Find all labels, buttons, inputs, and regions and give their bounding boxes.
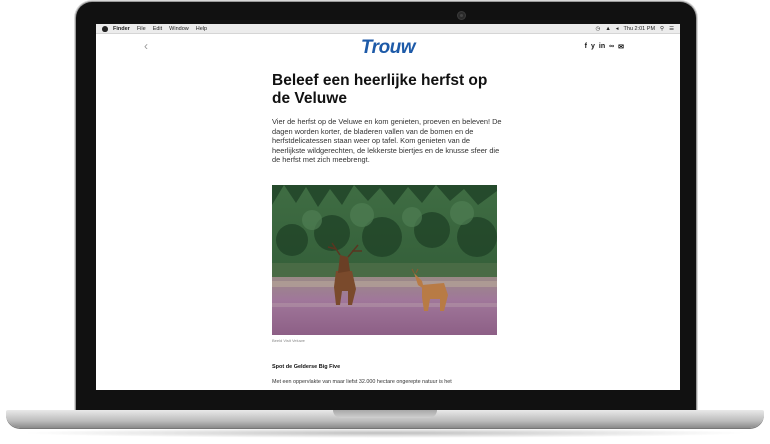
clock-icon[interactable]: ◷ [596, 26, 601, 32]
section-heading: Spot de Gelderse Big Five [272, 364, 341, 370]
menu-edit[interactable]: Edit [153, 26, 162, 32]
article-title: Beleef een heerlijke herfst op de Veluwe [272, 72, 488, 107]
email-icon[interactable]: ✉ [618, 43, 624, 51]
laptop-notch [333, 410, 437, 418]
photo-caption: Beeld Visit Veluwe [272, 338, 305, 343]
menu-finder[interactable]: Finder [113, 26, 130, 32]
laptop-shadow [20, 428, 750, 438]
menu-list-icon[interactable]: ☰ [669, 26, 674, 32]
search-icon[interactable]: ⚲ [660, 26, 664, 32]
share-bar: f y in ∞ ✉ [585, 43, 624, 51]
facebook-icon[interactable]: f [585, 43, 587, 51]
menu-file[interactable]: File [137, 26, 146, 32]
article-photo [272, 185, 497, 335]
volume-icon[interactable]: ◂ [616, 26, 619, 32]
article-lead: Vier de herfst op de Veluwe en kom genie… [272, 117, 502, 165]
wifi-icon[interactable]: ▲ [605, 26, 610, 32]
camera-icon [458, 12, 465, 19]
menubar-status: ◷ ▲ ◂ Thu 2:01 PM ⚲ ☰ [591, 26, 675, 32]
macos-menubar: Finder File Edit Window Help ◷ ▲ ◂ Thu 2… [96, 24, 680, 34]
twitter-icon[interactable]: y [591, 43, 595, 51]
screen: Finder File Edit Window Help ◷ ▲ ◂ Thu 2… [96, 24, 680, 390]
menu-help[interactable]: Help [196, 26, 207, 32]
link-icon[interactable]: ∞ [609, 43, 614, 51]
article-body: Met een oppervlakte van maar liefst 32.0… [272, 379, 452, 385]
apple-icon[interactable] [102, 25, 108, 32]
menu-window[interactable]: Window [169, 26, 189, 32]
menubar-time[interactable]: Thu 2:01 PM [624, 26, 656, 32]
linkedin-icon[interactable]: in [599, 43, 605, 51]
site-header: ‹ Trouw f y in ∞ ✉ [96, 34, 680, 60]
